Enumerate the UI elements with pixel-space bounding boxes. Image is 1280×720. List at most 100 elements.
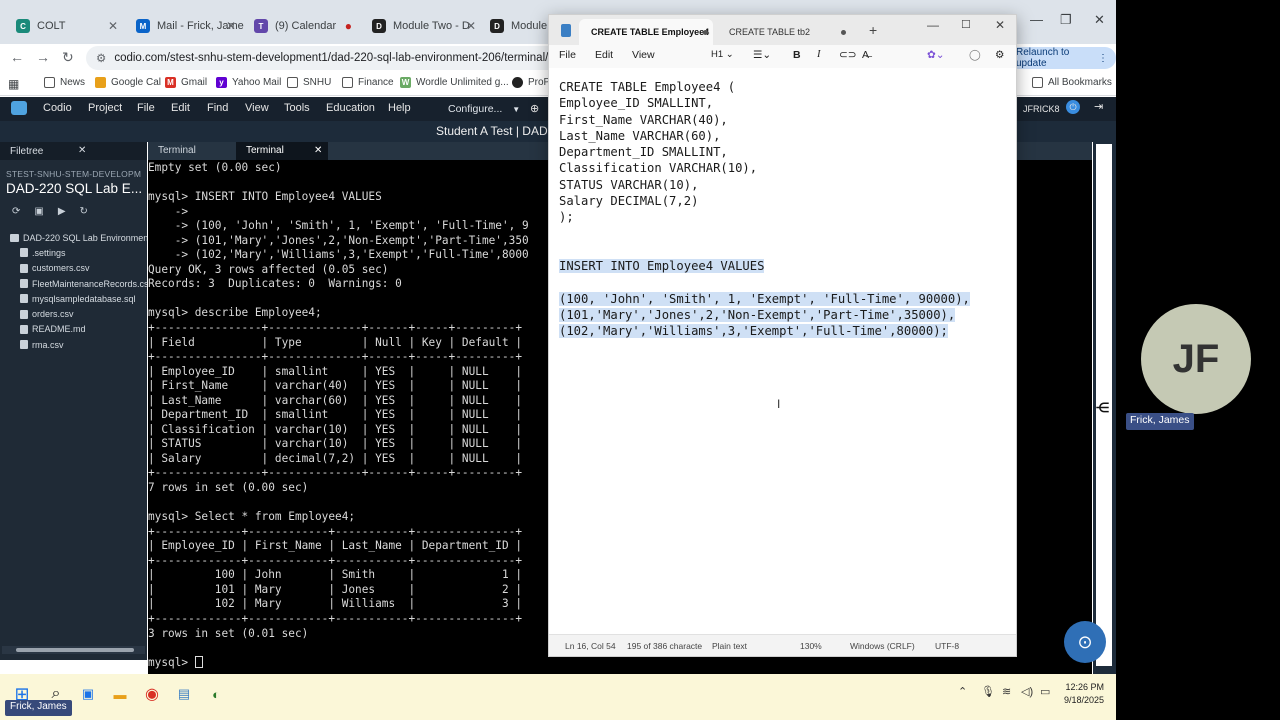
power-icon[interactable]: ⏻ [1066,100,1080,114]
clear-format-icon[interactable]: A̶ [862,49,869,61]
menu-file[interactable]: File [559,49,576,61]
browser-tab-mail[interactable]: M Mail - Frick, James ✕ [126,8,244,44]
bookmark-google-cal[interactable]: Google Cal [95,77,161,88]
bookmark-news[interactable]: News [44,77,85,88]
tree-file[interactable]: .settings [0,245,147,260]
menu-file[interactable]: File [137,102,155,114]
volume-icon[interactable]: ◁) [1021,685,1033,698]
copilot-icon[interactable]: ✿⌄ [927,49,945,61]
notepad-editor[interactable]: CREATE TABLE Employee4 ( Employee_ID SMA… [549,68,1016,638]
settings-gear-icon[interactable]: ⚙ [995,49,1004,61]
minimize-icon[interactable]: — [1030,12,1043,27]
run-icon[interactable]: ▶ [58,206,66,217]
globe-icon[interactable]: ⊕ [530,102,539,115]
forward-icon[interactable]: → [36,49,50,65]
maximize-icon[interactable]: ☐ [961,18,971,31]
notepad-tab-tb2[interactable]: CREATE TABLE tb2 [717,19,851,45]
menu-help[interactable]: Help [388,102,411,114]
close-window-icon[interactable]: ✕ [1094,12,1105,28]
heading-dropdown[interactable]: H1 ⌄ [711,49,734,60]
wifi-icon[interactable]: ≋ [1002,685,1011,698]
filetree-tab[interactable]: Filetree ✕ [0,142,147,160]
tab-terminal-2[interactable]: Terminal ✕ [236,142,328,160]
reload-icon[interactable]: ↻ [62,49,74,66]
all-bookmarks[interactable]: All Bookmarks [1032,77,1112,88]
line-ending[interactable]: Windows (CRLF) [850,641,915,651]
menu-view[interactable]: View [245,102,269,114]
bookmark-prop[interactable]: ProP [512,77,550,88]
list-icon[interactable]: ☰⌄ [753,49,771,61]
tab-terminal-1[interactable]: Terminal [148,142,236,160]
url-bar[interactable]: ⚙ codio.com/stest-snhu-stem-development1… [86,46,566,70]
bookmark-snhu[interactable]: SNHU [287,77,331,88]
refresh-icon[interactable]: ⟳ [12,206,20,217]
horizontal-scrollbar[interactable] [2,646,145,654]
app-icon[interactable]: ◐ [204,682,228,706]
user-name[interactable]: JFRICK8 [1023,104,1060,114]
tree-file[interactable]: mysqlsampledatabase.sql [0,291,147,306]
file-explorer-icon[interactable]: ▬ [108,682,132,706]
text-format[interactable]: Plain text [712,641,747,651]
tree-file[interactable]: customers.csv [0,261,147,276]
task-view-icon[interactable]: ▣ [76,682,100,706]
more-icon[interactable]: ⋮ [1098,53,1108,64]
menu-find[interactable]: Find [207,102,228,114]
bookmark-wordle[interactable]: W Wordle Unlimited g... [400,77,509,88]
unsaved-dot-icon[interactable] [703,30,708,35]
menu-project[interactable]: Project [88,102,122,114]
browser-tab-calendar[interactable]: T (9) Calendar ● [244,8,360,44]
apps-icon[interactable]: ▦ [8,77,19,91]
battery-icon[interactable]: ▭ [1040,685,1050,698]
browser-tab-module-tw[interactable]: D Module Tw [480,8,550,44]
close-icon[interactable]: ✕ [226,19,236,33]
close-icon[interactable]: ✕ [314,145,322,156]
assistant-bot-button[interactable]: ⊙ [1064,621,1106,663]
site-info-icon[interactable]: ⚙ [96,51,106,65]
tree-file[interactable]: rma.csv [0,337,147,352]
back-icon[interactable]: ← [10,49,24,65]
notepad-taskbar-icon[interactable]: ▤ [172,682,196,706]
close-icon[interactable]: ✕ [108,19,118,33]
tree-file[interactable]: orders.csv [0,306,147,321]
browser-tab-colt[interactable]: C COLT ✕ [6,8,126,44]
menu-edit[interactable]: Edit [595,49,613,61]
bookmark-label: News [60,77,86,88]
tree-file[interactable]: FleetMaintenanceRecords.csv [0,276,147,291]
logout-icon[interactable]: ⇥ [1094,100,1103,113]
menu-icon[interactable]: ⋲ [1096,400,1109,416]
italic-icon[interactable]: I [817,49,821,60]
chrome-icon[interactable]: ◉ [140,682,164,706]
close-icon[interactable]: ✕ [78,145,86,156]
configure-dropdown[interactable]: Configure... ▼ [432,100,524,118]
browser-tab-module-two[interactable]: D Module Two - D ✕ [362,8,484,44]
new-tab-icon[interactable]: + [869,22,877,38]
bold-icon[interactable]: B [793,49,801,61]
menu-tools[interactable]: Tools [284,102,310,114]
bookmark-finance[interactable]: Finance [342,77,394,88]
link-icon[interactable]: ⊂⊃ [839,49,857,61]
bookmark-yahoo-mail[interactable]: y Yahoo Mail [216,77,281,88]
preview-icon[interactable]: ▣ [34,206,43,217]
system-clock[interactable]: 12:26 PM 9/18/2025 [1064,681,1104,707]
unsaved-dot-icon[interactable] [841,30,846,35]
menu-edit[interactable]: Edit [171,102,190,114]
close-window-icon[interactable]: ✕ [995,18,1005,32]
menu-codio[interactable]: Codio [43,102,72,114]
bookmark-gmail[interactable]: M Gmail [165,77,207,88]
microphone-icon[interactable]: 🎙 [981,685,995,698]
relaunch-button[interactable]: Relaunch to update ⋮ [1008,47,1116,69]
chevron-up-icon[interactable]: ⌃ [958,685,967,698]
maximize-icon[interactable]: ❐ [1060,12,1072,28]
sync-icon[interactable]: ↻ [80,206,88,217]
minimize-icon[interactable]: — [927,18,939,32]
menu-education[interactable]: Education [326,102,375,114]
zoom-level[interactable]: 130% [800,641,822,651]
tree-file[interactable]: README.md [0,322,147,337]
encoding[interactable]: UTF-8 [935,641,959,651]
close-icon[interactable]: ✕ [466,19,476,33]
account-icon[interactable]: ◯ [969,49,981,61]
scrollbar-thumb[interactable] [16,648,134,652]
tree-root-folder[interactable]: DAD-220 SQL Lab Environment [0,230,147,245]
menu-view[interactable]: View [632,49,655,61]
notepad-tab-employee4[interactable]: CREATE TABLE Employee4 [579,19,713,45]
